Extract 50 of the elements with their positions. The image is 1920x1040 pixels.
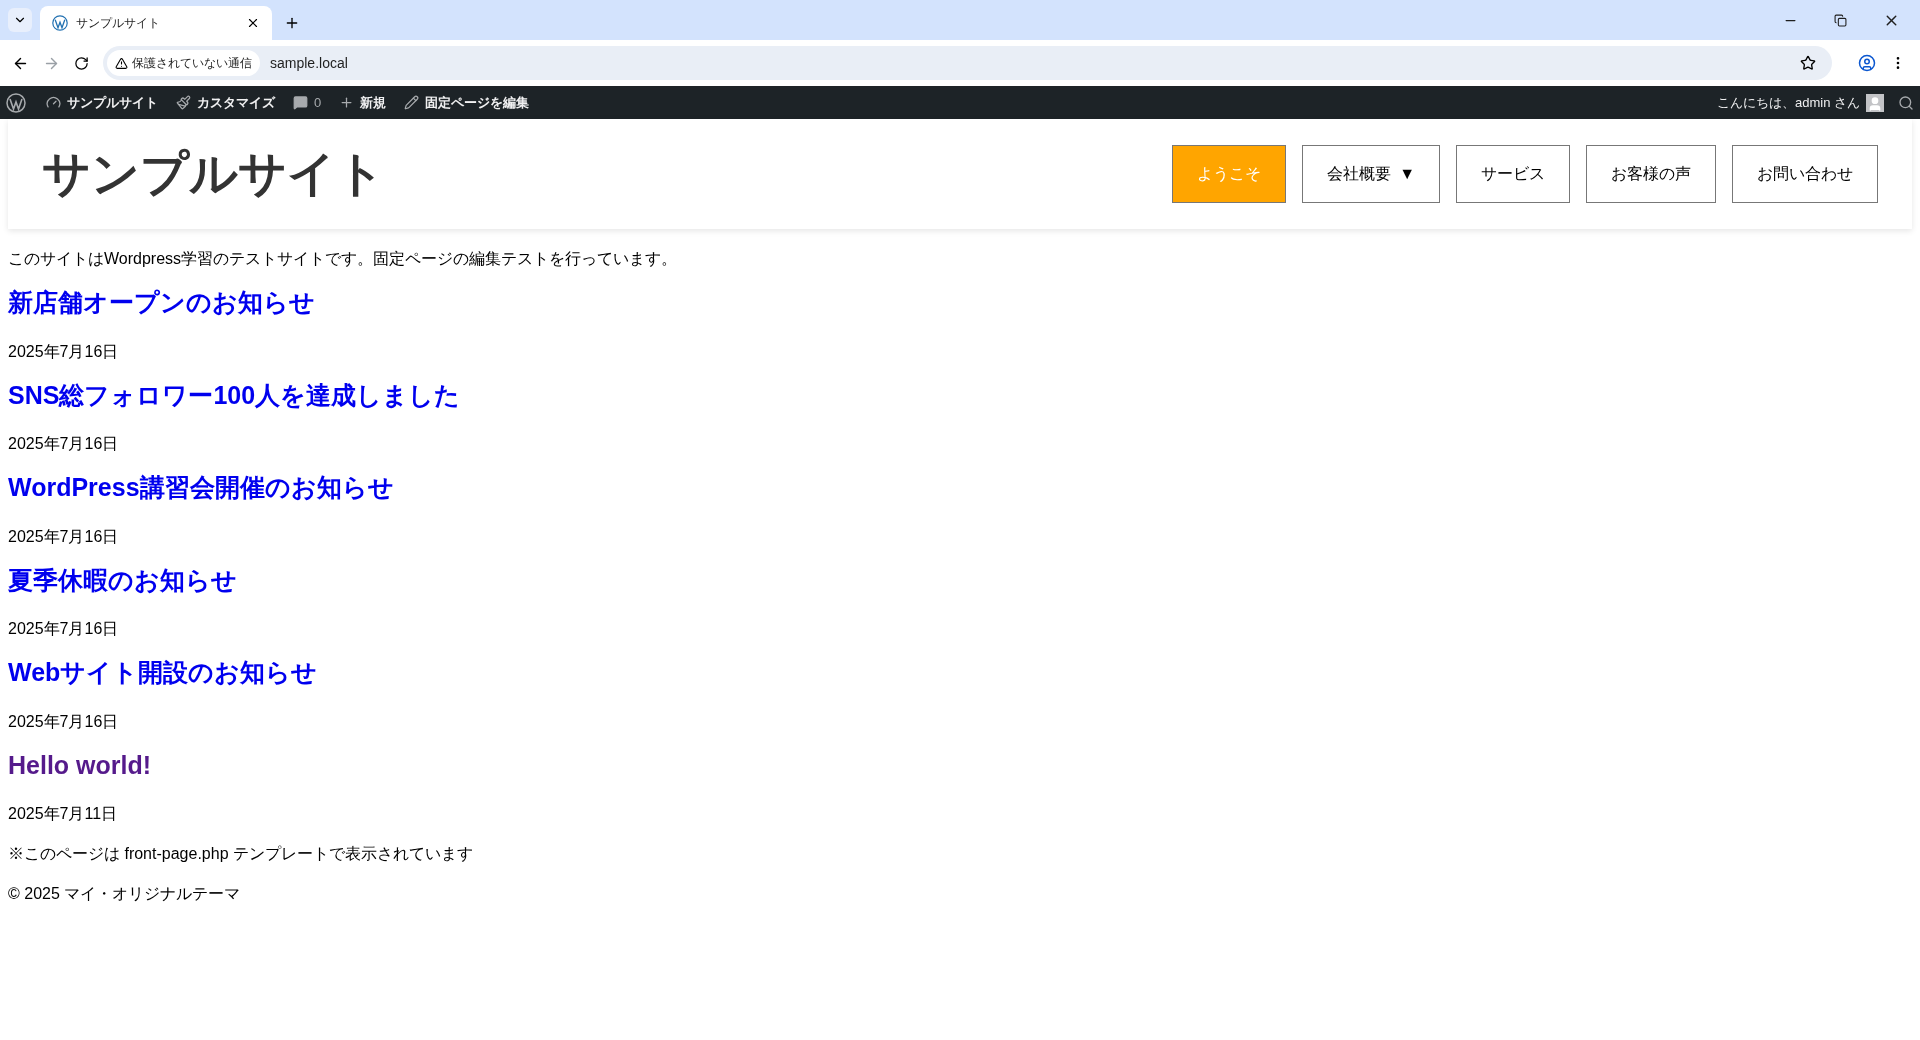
admin-bar-item[interactable]: 固定ページを編集 — [404, 92, 530, 113]
template-note: ※このページは front-page.php テンプレートで表示されています — [8, 844, 474, 864]
plus-icon — [339, 95, 355, 110]
admin-bar-item[interactable]: 新規 — [339, 92, 387, 113]
nav-button[interactable]: お客様の声 — [1586, 145, 1716, 203]
restore-icon[interactable] — [1834, 13, 1847, 27]
wordpress-logo-icon — [6, 92, 26, 113]
caret-icon: ▼ — [1399, 162, 1415, 186]
post-title-link[interactable]: Webサイト開設のお知らせ — [8, 656, 318, 689]
post-date: 2025年7月16日 — [8, 619, 119, 639]
post-date: 2025年7月16日 — [8, 434, 119, 454]
nav-button[interactable]: サービス — [1456, 145, 1570, 203]
security-label: 保護されていない通信 — [132, 55, 252, 72]
post-title-link[interactable]: 夏季休暇のお知らせ — [8, 563, 237, 596]
paintbrush-icon — [176, 95, 191, 110]
address-bar[interactable]: 保護されていない通信 sample.local — [103, 46, 1832, 80]
post-date: 2025年7月16日 — [8, 711, 119, 732]
comment-bubble-icon — [293, 95, 308, 110]
close-tab-icon[interactable] — [246, 16, 260, 30]
post-title-link[interactable]: Hello world! — [8, 748, 152, 781]
nav-button[interactable]: 会社概要 ▼ — [1302, 145, 1440, 203]
reload-icon[interactable] — [74, 55, 89, 71]
footer-copyright: © 2025 マイ・オリジナルテーマ — [8, 884, 242, 904]
tab-title: サンプルサイト — [76, 15, 161, 32]
avatar-silhouette-icon — [1866, 93, 1884, 112]
search-icon[interactable] — [1898, 94, 1914, 111]
admin-bar-item[interactable]: サンプルサイト — [46, 92, 158, 113]
admin-bar-item[interactable]: 0 — [293, 92, 322, 113]
new-tab-icon[interactable] — [284, 15, 300, 31]
admin-bar-item[interactable]: カスタマイズ — [176, 92, 275, 113]
warning-icon — [115, 56, 128, 70]
nav-button[interactable]: お問い合わせ — [1732, 145, 1878, 203]
url-text: sample.local — [270, 53, 349, 73]
bookmark-star-icon[interactable] — [1800, 55, 1816, 71]
profile-icon[interactable] — [1858, 54, 1876, 72]
security-chip[interactable]: 保護されていない通信 — [107, 50, 260, 76]
post-date: 2025年7月16日 — [8, 526, 119, 547]
post-title-link[interactable]: SNS総フォロワー100人を達成しました — [8, 378, 461, 411]
dashboard-gauge-icon — [46, 95, 61, 110]
admin-greeting[interactable]: こんにちは、admin さん — [1716, 92, 1860, 113]
pencil-icon — [404, 95, 420, 110]
post-title-link[interactable]: 新店舗オープンのお知らせ — [8, 286, 315, 319]
tab-list-button[interactable] — [8, 8, 32, 32]
site-title[interactable]: サンプルサイト — [42, 138, 1173, 210]
browser-tab[interactable]: サンプルサイト — [40, 6, 272, 40]
wordpress-logo-icon — [52, 15, 68, 31]
post-title-link[interactable]: WordPress講習会開催のお知らせ — [8, 471, 394, 504]
intro-text: このサイトはWordpress学習のテストサイトです。固定ページの編集テストを行っています。 — [8, 249, 679, 269]
post-date: 2025年7月11日 — [8, 804, 118, 824]
post-date: 2025年7月16日 — [8, 341, 119, 362]
